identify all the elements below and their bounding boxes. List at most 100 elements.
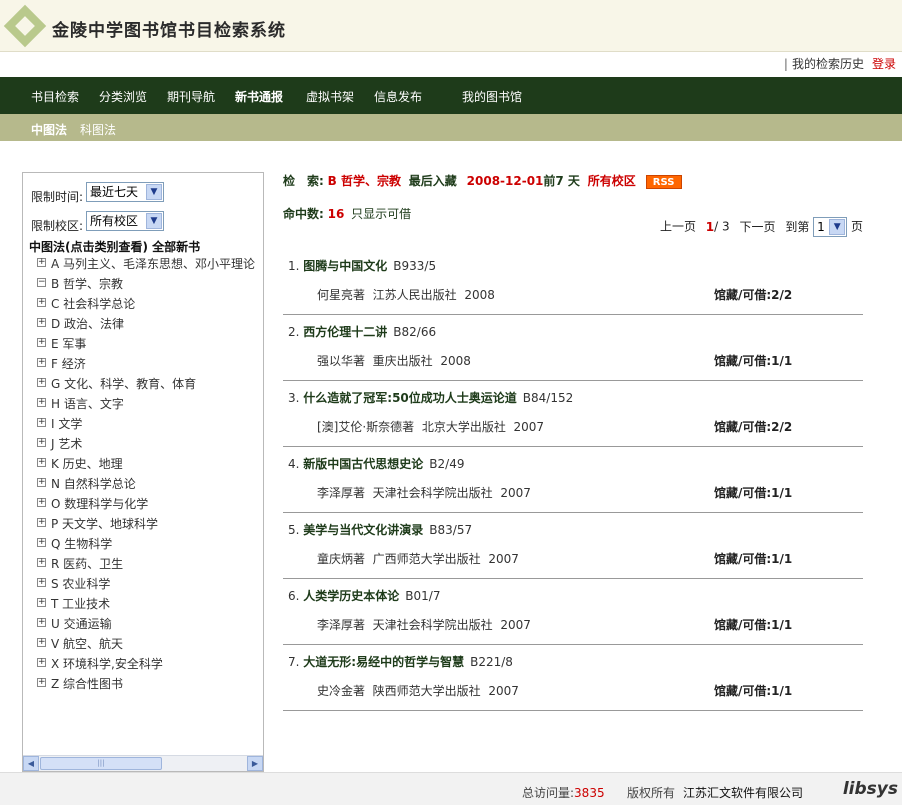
category-node[interactable]: + Z 综合性图书 <box>37 677 263 697</box>
category-label[interactable]: D 政治、法律 <box>51 317 124 331</box>
category-node[interactable]: + D 政治、法律 <box>37 317 263 337</box>
category-node[interactable]: + I 文学 <box>37 417 263 437</box>
category-label[interactable]: P 天文学、地球科学 <box>51 517 158 531</box>
book-title-link[interactable]: 什么造就了冠军:50位成功人士奥运论道 <box>303 391 517 405</box>
expand-icon[interactable]: + <box>37 378 46 387</box>
nav-item-new-books[interactable]: 新书通报 <box>235 88 283 105</box>
category-node[interactable]: + C 社会科学总论 <box>37 297 263 317</box>
category-label[interactable]: G 文化、科学、教育、体育 <box>51 377 196 391</box>
category-node[interactable]: + T 工业技术 <box>37 597 263 617</box>
expand-icon[interactable]: + <box>37 318 46 327</box>
category-label[interactable]: V 航空、航天 <box>51 637 123 651</box>
category-node[interactable]: + V 航空、航天 <box>37 637 263 657</box>
category-label[interactable]: S 农业科学 <box>51 577 110 591</box>
book-title-link[interactable]: 新版中国古代思想史论 <box>303 457 423 471</box>
expand-icon[interactable]: + <box>37 338 46 347</box>
expand-icon[interactable]: + <box>37 678 46 687</box>
category-label[interactable]: E 军事 <box>51 337 86 351</box>
nav-item-virtual-shelf[interactable]: 虚拟书架 <box>306 88 354 105</box>
expand-icon[interactable]: + <box>37 618 46 627</box>
expand-icon[interactable]: + <box>37 578 46 587</box>
category-label[interactable]: K 历史、地理 <box>51 457 123 471</box>
expand-icon[interactable]: + <box>37 598 46 607</box>
subnav-sci[interactable]: 科图法 <box>80 121 116 138</box>
nav-item-journals[interactable]: 期刊导航 <box>167 88 215 105</box>
category-node[interactable]: − B 哲学、宗教 <box>37 277 263 297</box>
category-node[interactable]: + N 自然科学总论 <box>37 477 263 497</box>
expand-icon[interactable]: + <box>37 638 46 647</box>
search-history-link[interactable]: 我的检索历史 <box>792 57 864 71</box>
page-select[interactable]: 1 ▼ <box>813 217 848 237</box>
scroll-left-icon[interactable]: ◀ <box>23 756 39 771</box>
category-label[interactable]: U 交通运输 <box>51 617 112 631</box>
category-label[interactable]: Z 综合性图书 <box>51 677 123 691</box>
company-link[interactable]: 江苏汇文软件有限公司 <box>683 786 803 800</box>
category-label[interactable]: J 艺术 <box>51 437 82 451</box>
expand-icon[interactable]: + <box>37 418 46 427</box>
category-node[interactable]: + G 文化、科学、教育、体育 <box>37 377 263 397</box>
login-link[interactable]: 登录 <box>872 57 896 71</box>
category-node[interactable]: + R 医药、卫生 <box>37 557 263 577</box>
category-label[interactable]: T 工业技术 <box>51 597 110 611</box>
prev-page-link[interactable]: 上一页 <box>660 220 696 234</box>
book-title-link[interactable]: 美学与当代文化讲演录 <box>303 523 423 537</box>
collapse-icon[interactable]: − <box>37 278 46 287</box>
search-label: 检 索: <box>283 174 324 188</box>
category-node[interactable]: + U 交通运输 <box>37 617 263 637</box>
category-node[interactable]: + E 军事 <box>37 337 263 357</box>
category-node[interactable]: + A 马列主义、毛泽东思想、邓小平理论 <box>37 257 263 277</box>
subnav-clc[interactable]: 中图法 <box>31 121 67 138</box>
category-node[interactable]: + O 数理科学与化学 <box>37 497 263 517</box>
nav-item-classification[interactable]: 分类浏览 <box>99 88 147 105</box>
horizontal-scrollbar[interactable]: ◀ ||| ▶ <box>23 755 263 771</box>
expand-icon[interactable]: + <box>37 458 46 467</box>
nav-item-catalog-search[interactable]: 书目检索 <box>31 88 79 105</box>
category-label[interactable]: C 社会科学总论 <box>51 297 135 311</box>
category-label[interactable]: H 语言、文字 <box>51 397 124 411</box>
category-label[interactable]: B 哲学、宗教 <box>51 277 123 291</box>
category-node[interactable]: + H 语言、文字 <box>37 397 263 417</box>
category-label[interactable]: R 医药、卫生 <box>51 557 123 571</box>
rss-button[interactable]: RSS <box>645 174 682 189</box>
category-label[interactable]: A 马列主义、毛泽东思想、邓小平理论 <box>51 257 255 271</box>
book-title-link[interactable]: 人类学历史本体论 <box>303 589 399 603</box>
category-label[interactable]: Q 生物科学 <box>51 537 112 551</box>
nav-item-my-library[interactable]: 我的图书馆 <box>462 88 522 105</box>
category-node[interactable]: + Q 生物科学 <box>37 537 263 557</box>
category-label[interactable]: F 经济 <box>51 357 86 371</box>
category-node[interactable]: + P 天文学、地球科学 <box>37 517 263 537</box>
expand-icon[interactable]: + <box>37 498 46 507</box>
book-title-link[interactable]: 图腾与中国文化 <box>303 259 387 273</box>
expand-icon[interactable]: + <box>37 358 46 367</box>
expand-icon[interactable]: + <box>37 538 46 547</box>
expand-icon[interactable]: + <box>37 298 46 307</box>
next-page-link[interactable]: 下一页 <box>739 220 775 234</box>
expand-icon[interactable]: + <box>37 258 46 267</box>
category-node[interactable]: + J 艺术 <box>37 437 263 457</box>
category-node[interactable]: + S 农业科学 <box>37 577 263 597</box>
available-only-link[interactable]: 只显示可借 <box>351 207 411 221</box>
result-number: 2. <box>288 325 300 339</box>
category-label[interactable]: O 数理科学与化学 <box>51 497 148 511</box>
expand-icon[interactable]: + <box>37 658 46 667</box>
expand-icon[interactable]: + <box>37 478 46 487</box>
book-title-link[interactable]: 大道无形:易经中的哲学与智慧 <box>303 655 464 669</box>
campus-filter-select[interactable]: 所有校区 ▼ <box>86 211 164 231</box>
scrollbar-thumb[interactable]: ||| <box>40 757 162 770</box>
category-node[interactable]: + F 经济 <box>37 357 263 377</box>
campus-filter-label: 限制校区: <box>31 219 84 233</box>
expand-icon[interactable]: + <box>37 558 46 567</box>
category-node[interactable]: + K 历史、地理 <box>37 457 263 477</box>
category-label[interactable]: X 环境科学,安全科学 <box>51 657 163 671</box>
category-label[interactable]: I 文学 <box>51 417 82 431</box>
book-title-link[interactable]: 西方伦理十二讲 <box>303 325 387 339</box>
expand-icon[interactable]: + <box>37 518 46 527</box>
category-tree-title[interactable]: 中图法(点击类别查看) 全部新书 <box>29 238 200 255</box>
time-filter-select[interactable]: 最近七天 ▼ <box>86 182 164 202</box>
scroll-right-icon[interactable]: ▶ <box>247 756 263 771</box>
expand-icon[interactable]: + <box>37 398 46 407</box>
category-label[interactable]: N 自然科学总论 <box>51 477 136 491</box>
nav-item-announcements[interactable]: 信息发布 <box>374 88 422 105</box>
category-node[interactable]: + X 环境科学,安全科学 <box>37 657 263 677</box>
expand-icon[interactable]: + <box>37 438 46 447</box>
